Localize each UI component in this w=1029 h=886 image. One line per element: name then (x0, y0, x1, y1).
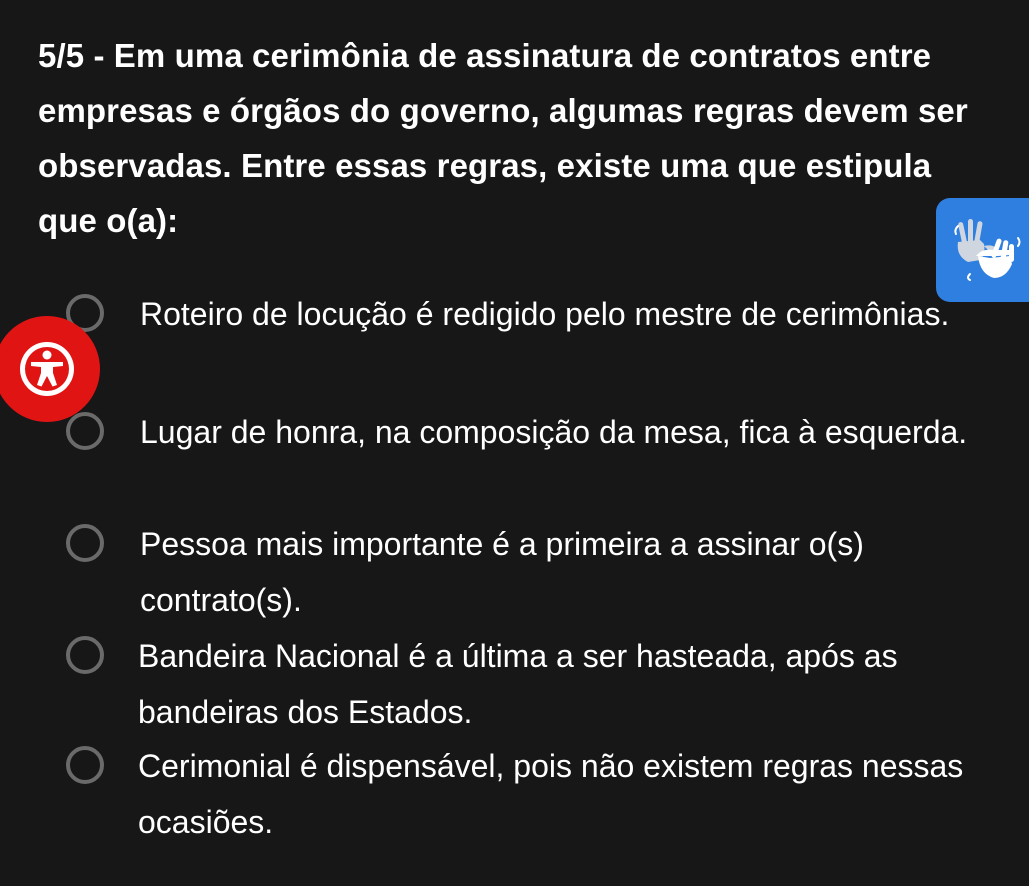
answer-option-label: Roteiro de locução é redigido pelo mestr… (140, 296, 950, 332)
answer-option-label: Lugar de honra, na composição da mesa, f… (140, 414, 968, 450)
answer-option-4[interactable]: Bandeira Nacional é a última a ser haste… (60, 628, 1020, 740)
libras-translator-button[interactable] (936, 198, 1029, 302)
question-text: 5/5 - Em uma cerimônia de assinatura de … (38, 37, 968, 239)
radio-button[interactable] (66, 746, 104, 784)
sign-language-hands-icon (954, 219, 1021, 281)
answer-option-1[interactable]: Roteiro de locução é redigido pelo mestr… (60, 286, 1020, 342)
answer-option-label: Cerimonial é dispensável, pois não exist… (138, 748, 964, 840)
answer-option-5[interactable]: Cerimonial é dispensável, pois não exist… (60, 738, 1020, 850)
answer-option-3[interactable]: Pessoa mais importante é a primeira a as… (60, 516, 1020, 628)
radio-button[interactable] (66, 412, 104, 450)
answer-option-label: Pessoa mais importante é a primeira a as… (140, 526, 864, 618)
answer-option-2[interactable]: Lugar de honra, na composição da mesa, f… (60, 404, 1020, 460)
accessibility-person-icon (20, 342, 74, 396)
answer-option-label: Bandeira Nacional é a última a ser haste… (138, 638, 898, 730)
radio-button[interactable] (66, 524, 104, 562)
radio-button[interactable] (66, 636, 104, 674)
